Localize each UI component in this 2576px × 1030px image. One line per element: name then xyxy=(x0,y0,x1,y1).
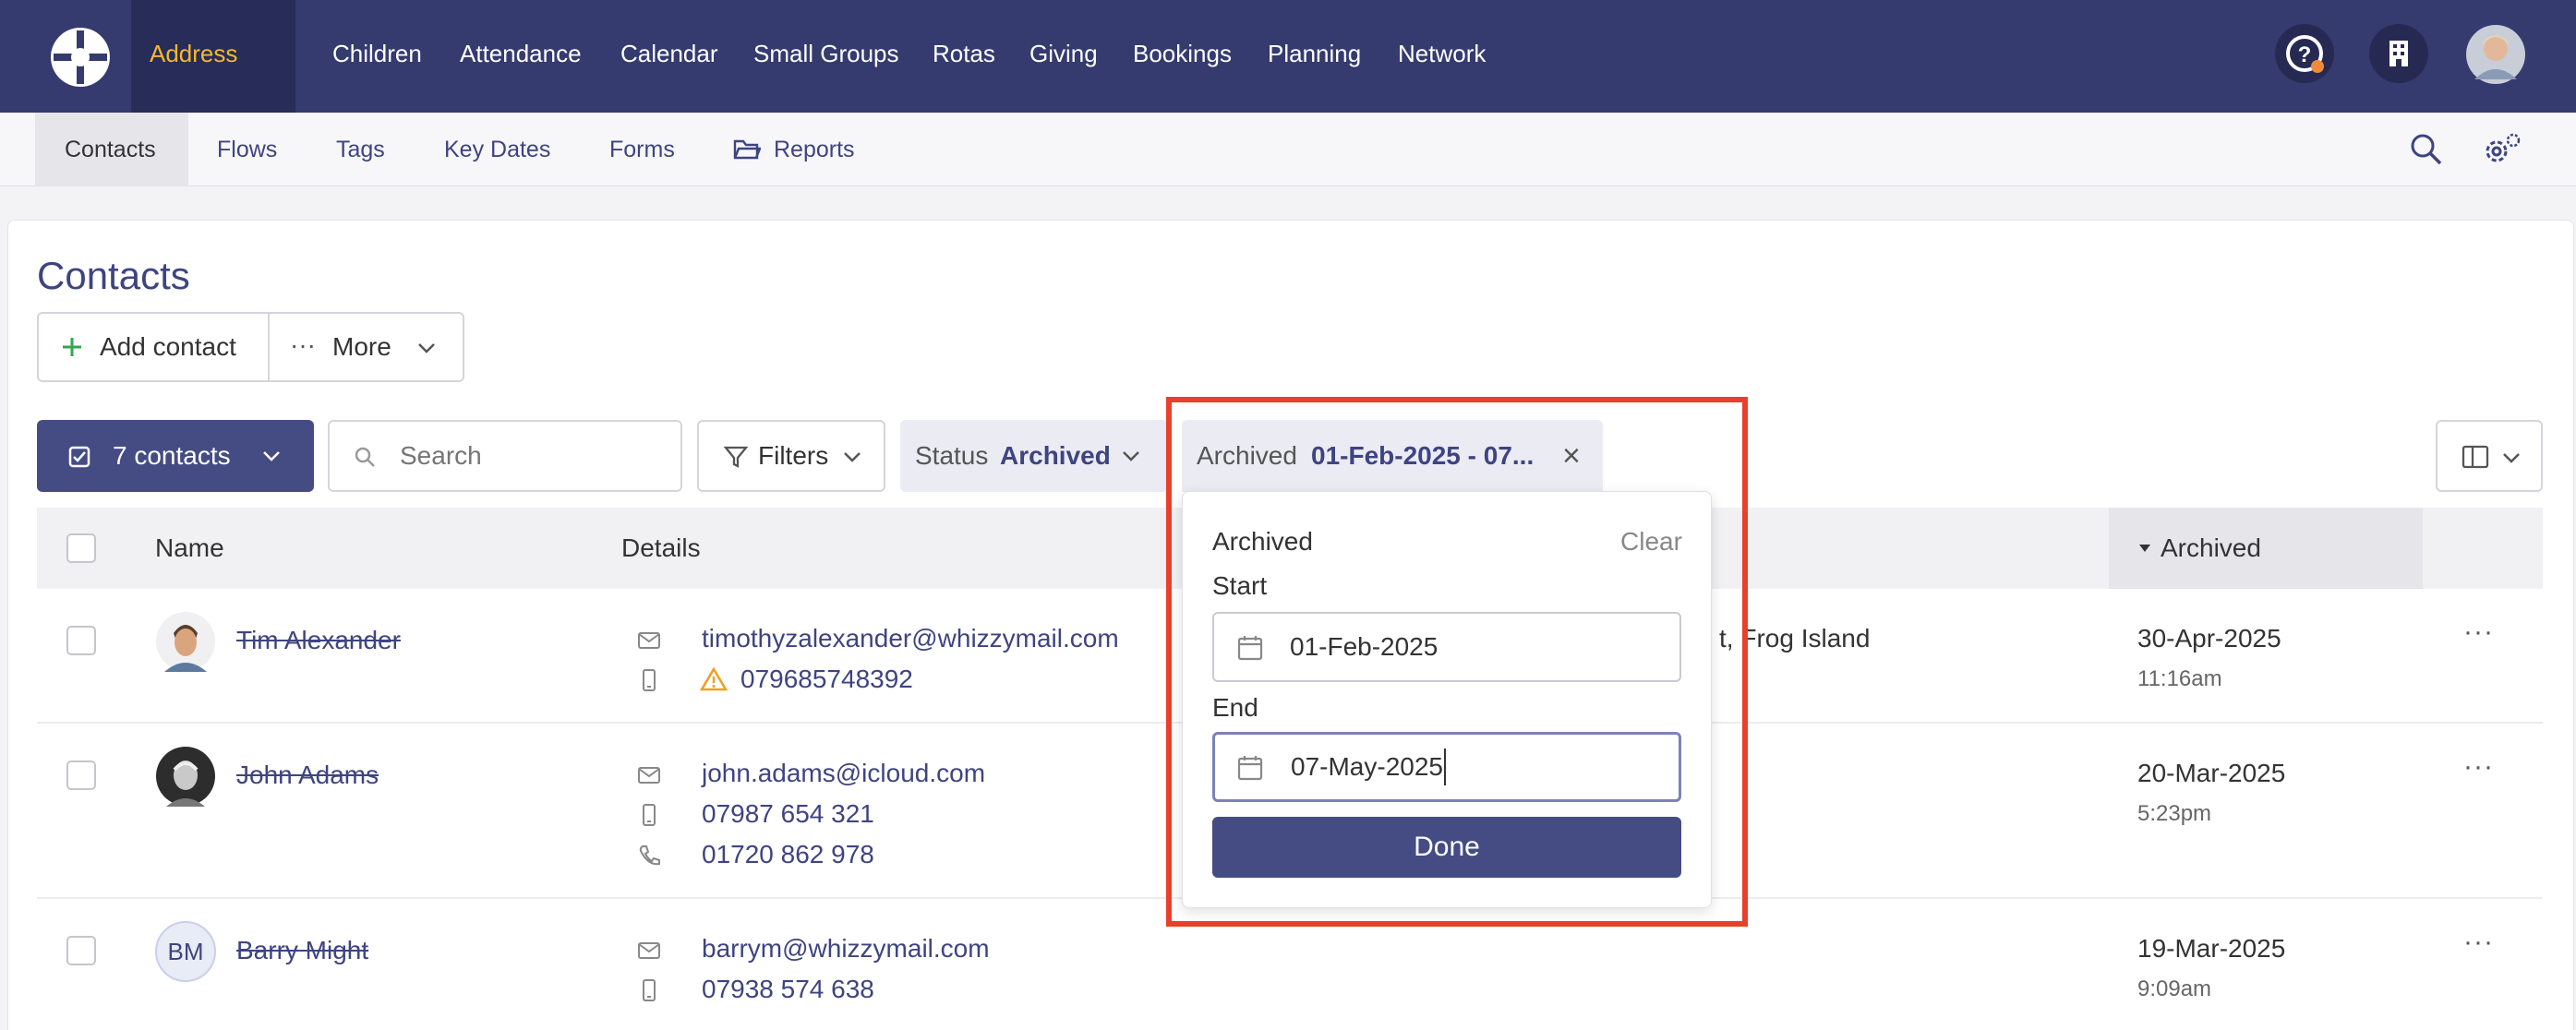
top-nav: Address Book Children Attendance Calenda… xyxy=(0,0,2576,174)
filters-button[interactable]: Filters xyxy=(697,420,885,492)
contact-email[interactable]: john.adams@icloud.com xyxy=(702,759,985,788)
nav-calendar[interactable]: Calendar xyxy=(620,0,718,113)
nav-small-groups[interactable]: Small Groups xyxy=(753,0,899,113)
help-icon: ? xyxy=(2286,35,2324,73)
chevron-down-icon xyxy=(1123,451,1139,461)
avatar[interactable] xyxy=(2465,24,2526,85)
row-actions-button[interactable]: ··· xyxy=(2463,927,2494,958)
contact-mobile[interactable]: 07938 574 638 xyxy=(702,975,874,1004)
contact-mobile[interactable]: 079685748392 xyxy=(740,665,913,694)
status-filter-label: Status xyxy=(915,441,989,470)
chevron-down-icon xyxy=(263,451,280,461)
tab-flows[interactable]: Flows xyxy=(217,113,277,186)
highlight-box xyxy=(1166,397,1748,927)
selection-count: 7 contacts xyxy=(113,441,231,470)
sort-down-icon xyxy=(2139,545,2150,552)
filters-label: Filters xyxy=(758,441,829,470)
settings-icon[interactable] xyxy=(2482,131,2522,168)
tab-forms[interactable]: Forms xyxy=(609,113,675,186)
chevron-down-icon xyxy=(2503,453,2520,463)
contact-phone[interactable]: 01720 862 978 xyxy=(702,840,874,869)
tab-tags[interactable]: Tags xyxy=(336,113,385,186)
building-icon xyxy=(2389,41,2408,66)
contact-photo xyxy=(156,612,215,672)
ellipsis-icon: ··· xyxy=(290,330,316,359)
mobile-icon xyxy=(643,669,656,691)
help-button[interactable]: ? xyxy=(2275,24,2334,83)
nav-children[interactable]: Children xyxy=(332,0,422,113)
search-icon xyxy=(355,447,375,467)
chevron-down-icon xyxy=(418,343,435,353)
select-all-checkbox[interactable] xyxy=(66,533,96,563)
tab-reports[interactable]: Reports xyxy=(774,113,855,186)
contact-name[interactable]: Tim Alexander xyxy=(236,626,401,655)
column-name[interactable]: Name xyxy=(155,508,224,589)
tab-key-dates[interactable]: Key Dates xyxy=(444,113,550,186)
archived-date: 30-Apr-2025 xyxy=(2137,624,2281,653)
email-icon xyxy=(638,942,660,959)
checkbox-checked-icon xyxy=(68,446,90,468)
add-contact-button[interactable]: Add contact xyxy=(37,312,270,382)
mobile-icon xyxy=(643,804,656,826)
add-contact-label: Add contact xyxy=(100,332,236,361)
columns-icon xyxy=(2462,445,2489,469)
row-checkbox[interactable] xyxy=(66,761,96,790)
row-actions-button[interactable]: ··· xyxy=(2463,617,2494,648)
row-checkbox[interactable] xyxy=(66,626,96,655)
contact-name[interactable]: John Adams xyxy=(236,761,379,790)
page-title: Contacts xyxy=(37,254,190,297)
column-archived[interactable]: Archived xyxy=(2109,508,2423,589)
archived-time: 9:09am xyxy=(2137,976,2212,1001)
nav-network[interactable]: Network xyxy=(1398,0,1486,113)
nav-bookings[interactable]: Bookings xyxy=(1133,0,1232,113)
nav-address-book[interactable]: Address Book xyxy=(131,0,295,174)
status-filter-value: Archived xyxy=(1000,441,1111,470)
nav-rotas[interactable]: Rotas xyxy=(933,0,995,113)
phone-icon xyxy=(639,845,660,866)
svg-text:?: ? xyxy=(2298,42,2312,67)
folder-icon xyxy=(733,139,761,160)
column-archived-label: Archived xyxy=(2161,533,2261,562)
more-label: More xyxy=(332,332,391,361)
columns-button[interactable] xyxy=(2436,420,2543,492)
search-icon[interactable] xyxy=(2410,133,2443,166)
search-input[interactable] xyxy=(400,435,668,477)
nav-planning[interactable]: Planning xyxy=(1268,0,1361,113)
email-icon xyxy=(638,767,660,784)
mobile-icon xyxy=(643,979,656,1001)
status-filter-chip[interactable]: Status Archived xyxy=(900,420,1168,492)
plus-icon xyxy=(63,338,81,356)
archived-time: 11:16am xyxy=(2137,666,2222,691)
email-icon xyxy=(638,632,660,649)
nav-giving[interactable]: Giving xyxy=(1029,0,1098,113)
organisation-button[interactable] xyxy=(2369,24,2428,83)
warning-icon xyxy=(700,666,728,691)
nav-attendance[interactable]: Attendance xyxy=(460,0,582,113)
funnel-icon xyxy=(723,446,749,468)
chevron-down-icon xyxy=(844,452,861,462)
contact-mobile[interactable]: 07987 654 321 xyxy=(702,799,874,829)
archived-date: 20-Mar-2025 xyxy=(2137,759,2286,787)
row-actions-button[interactable]: ··· xyxy=(2463,751,2494,783)
sub-nav: Contacts Flows Tags Key Dates Forms Repo… xyxy=(0,113,2576,186)
contact-email[interactable]: timothyzalexander@whizzymail.com xyxy=(702,624,1119,653)
select-contacts-button[interactable]: 7 contacts xyxy=(37,420,314,492)
row-checkbox[interactable] xyxy=(66,936,96,965)
contact-initials-avatar: BM xyxy=(155,921,216,982)
archived-date: 19-Mar-2025 xyxy=(2137,934,2286,963)
tab-contacts[interactable]: Contacts xyxy=(35,113,188,186)
column-details[interactable]: Details xyxy=(621,508,701,589)
contact-name[interactable]: Barry Might xyxy=(236,936,368,965)
contact-photo xyxy=(156,747,215,807)
contact-email[interactable]: barrym@whizzymail.com xyxy=(702,934,990,964)
logo-icon[interactable] xyxy=(48,25,113,90)
search-field[interactable] xyxy=(328,420,682,492)
archived-time: 5:23pm xyxy=(2137,801,2212,826)
more-button[interactable]: ··· More xyxy=(268,312,464,382)
